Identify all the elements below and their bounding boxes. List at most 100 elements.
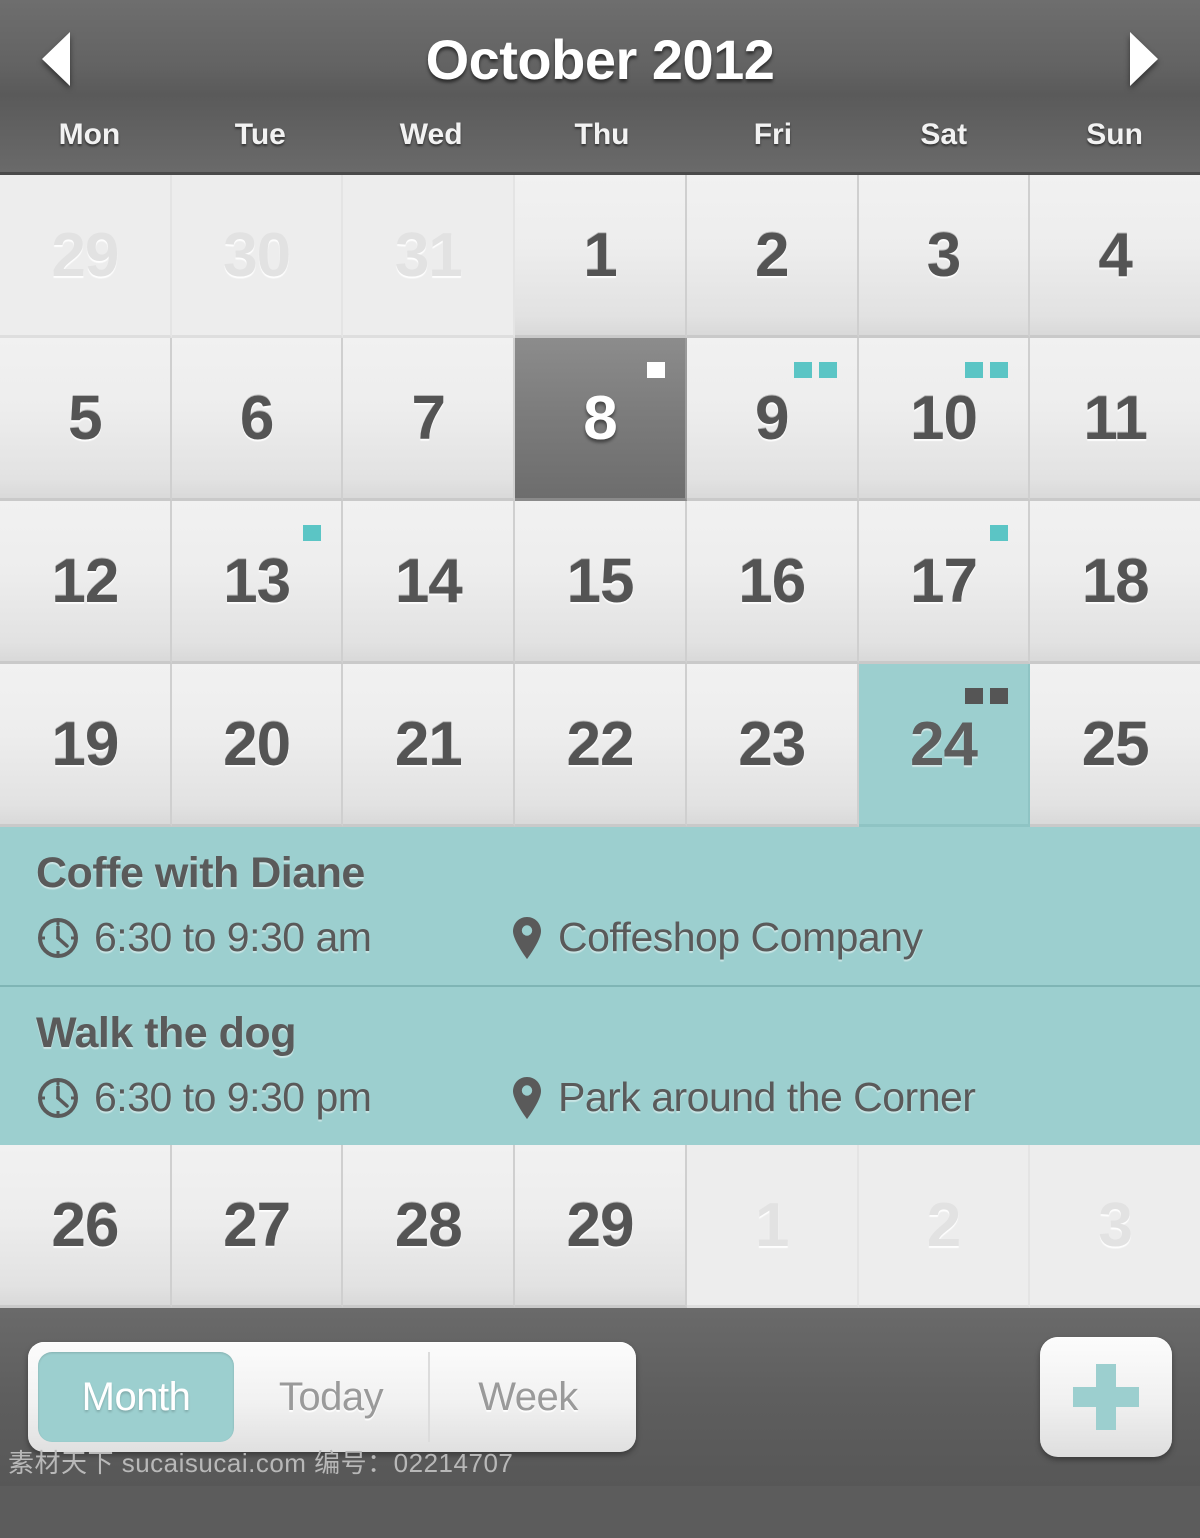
day-cell-24[interactable]: 24 bbox=[859, 664, 1031, 827]
day-cell-3[interactable]: 3 bbox=[859, 175, 1031, 338]
view-mode-segmented-control[interactable]: MonthTodayWeek bbox=[28, 1342, 636, 1452]
triangle-left-icon[interactable] bbox=[42, 32, 70, 86]
page-title: October 2012 bbox=[426, 27, 775, 92]
day-cell-8[interactable]: 8 bbox=[515, 338, 687, 501]
day-number: 27 bbox=[223, 1190, 290, 1261]
day-number: 14 bbox=[395, 546, 462, 617]
day-cell-25[interactable]: 25 bbox=[1030, 664, 1200, 827]
day-number: 30 bbox=[223, 220, 290, 291]
day-number: 21 bbox=[395, 709, 462, 780]
day-cell-2[interactable]: 2 bbox=[859, 1145, 1031, 1308]
bottom-toolbar: MonthTodayWeek 素材天下 sucaisucai.com 编号：02… bbox=[0, 1308, 1200, 1486]
day-cell-29[interactable]: 29 bbox=[0, 175, 172, 338]
weekday-label-thu: Thu bbox=[517, 118, 688, 152]
day-cell-12[interactable]: 12 bbox=[0, 501, 172, 664]
day-number: 29 bbox=[567, 1190, 634, 1261]
day-cell-20[interactable]: 20 bbox=[172, 664, 344, 827]
day-cell-31[interactable]: 31 bbox=[343, 175, 515, 338]
calendar-week-row: 26 27 28 29 123 bbox=[0, 1145, 1200, 1308]
day-cell-15[interactable]: 15 bbox=[515, 501, 687, 664]
weekday-label-mon: Mon bbox=[4, 118, 175, 152]
day-cell-1[interactable]: 1 bbox=[515, 175, 687, 338]
event-time: 6:30 to 9:30 pm bbox=[94, 1074, 371, 1121]
day-number: 1 bbox=[755, 1190, 788, 1261]
event-location: Park around the Corner bbox=[558, 1074, 975, 1121]
day-number: 11 bbox=[1083, 383, 1147, 454]
day-cell-13[interactable]: 13 bbox=[172, 501, 344, 664]
event-title: Walk the dog bbox=[36, 1009, 1200, 1058]
clock-icon bbox=[36, 916, 80, 960]
day-number: 17 bbox=[910, 546, 977, 617]
segment-week[interactable]: Week bbox=[430, 1352, 626, 1442]
day-cell-2[interactable]: 2 bbox=[687, 175, 859, 338]
segment-today[interactable]: Today bbox=[234, 1352, 430, 1442]
day-number: 13 bbox=[223, 546, 290, 617]
event-item[interactable]: Coffe with Diane 6:30 to 9:30 amCoffeshop… bbox=[0, 827, 1200, 987]
event-location-group: Park around the Corner bbox=[510, 1074, 975, 1121]
day-cell-3[interactable]: 3 bbox=[1030, 1145, 1200, 1308]
day-cell-27[interactable]: 27 bbox=[172, 1145, 344, 1308]
day-number: 5 bbox=[68, 383, 101, 454]
day-cell-29[interactable]: 29 bbox=[515, 1145, 687, 1308]
day-number: 25 bbox=[1082, 709, 1149, 780]
map-pin-icon bbox=[510, 915, 544, 961]
event-dot-icon bbox=[990, 525, 1008, 541]
event-dots bbox=[965, 688, 1008, 704]
day-cell-22[interactable]: 22 bbox=[515, 664, 687, 827]
day-number: 2 bbox=[755, 220, 788, 291]
calendar-grid: 2930311234567891011121314151617181920212… bbox=[0, 175, 1200, 827]
watermark-text: 素材天下 sucaisucai.com 编号：02214707 bbox=[8, 1443, 513, 1480]
day-cell-17[interactable]: 17 bbox=[859, 501, 1031, 664]
day-number: 8 bbox=[583, 383, 616, 454]
event-dots bbox=[965, 362, 1008, 378]
day-cell-30[interactable]: 30 bbox=[172, 175, 344, 338]
calendar-week-row: 56789 10 11 bbox=[0, 338, 1200, 501]
event-dot-icon bbox=[819, 362, 837, 378]
day-cell-21[interactable]: 21 bbox=[343, 664, 515, 827]
event-meta-row: 6:30 to 9:30 amCoffeshop Company bbox=[36, 914, 1200, 961]
day-cell-11[interactable]: 11 bbox=[1030, 338, 1200, 501]
triangle-right-icon[interactable] bbox=[1130, 32, 1158, 86]
event-dot-icon bbox=[303, 525, 321, 541]
day-number: 20 bbox=[223, 709, 290, 780]
day-number: 10 bbox=[910, 383, 977, 454]
day-cell-16[interactable]: 16 bbox=[687, 501, 859, 664]
day-number: 16 bbox=[738, 546, 805, 617]
plus-icon bbox=[1073, 1364, 1139, 1430]
add-event-button[interactable] bbox=[1040, 1337, 1172, 1457]
day-number: 31 bbox=[395, 220, 462, 291]
weekday-label-sat: Sat bbox=[858, 118, 1029, 152]
day-cell-1[interactable]: 1 bbox=[687, 1145, 859, 1308]
day-cell-14[interactable]: 14 bbox=[343, 501, 515, 664]
day-cell-5[interactable]: 5 bbox=[0, 338, 172, 501]
event-meta-row: 6:30 to 9:30 pm Park around the Corner bbox=[36, 1074, 1200, 1121]
event-item[interactable]: Walk the dog 6:30 to 9:30 pm Park around t… bbox=[0, 987, 1200, 1145]
calendar-grid-last-week: 26 27 28 29 123 bbox=[0, 1145, 1200, 1308]
calendar-week-row: 19 20 21 222324 25 bbox=[0, 664, 1200, 827]
calendar-header: October 2012 MonTueWedThuFriSatSun bbox=[0, 0, 1200, 175]
event-dot-icon bbox=[990, 362, 1008, 378]
map-pin-icon bbox=[510, 1075, 544, 1121]
day-cell-4[interactable]: 4 bbox=[1030, 175, 1200, 338]
weekday-label-wed: Wed bbox=[346, 118, 517, 152]
day-number: 12 bbox=[51, 546, 118, 617]
calendar-week-row: 29 30 31 1234 bbox=[0, 175, 1200, 338]
event-dots bbox=[990, 525, 1008, 541]
segment-month[interactable]: Month bbox=[38, 1352, 234, 1442]
day-cell-7[interactable]: 7 bbox=[343, 338, 515, 501]
event-title: Coffe with Diane bbox=[36, 849, 1200, 898]
day-cell-19[interactable]: 19 bbox=[0, 664, 172, 827]
day-cell-23[interactable]: 23 bbox=[687, 664, 859, 827]
weekday-label-sun: Sun bbox=[1029, 118, 1200, 152]
day-number: 26 bbox=[51, 1190, 118, 1261]
day-number: 3 bbox=[1098, 1190, 1131, 1261]
weekday-label-tue: Tue bbox=[175, 118, 346, 152]
day-cell-26[interactable]: 26 bbox=[0, 1145, 172, 1308]
day-cell-18[interactable]: 18 bbox=[1030, 501, 1200, 664]
day-cell-28[interactable]: 28 bbox=[343, 1145, 515, 1308]
day-cell-6[interactable]: 6 bbox=[172, 338, 344, 501]
day-cell-10[interactable]: 10 bbox=[859, 338, 1031, 501]
day-number: 18 bbox=[1082, 546, 1149, 617]
day-cell-9[interactable]: 9 bbox=[687, 338, 859, 501]
event-time: 6:30 to 9:30 am bbox=[94, 914, 371, 961]
